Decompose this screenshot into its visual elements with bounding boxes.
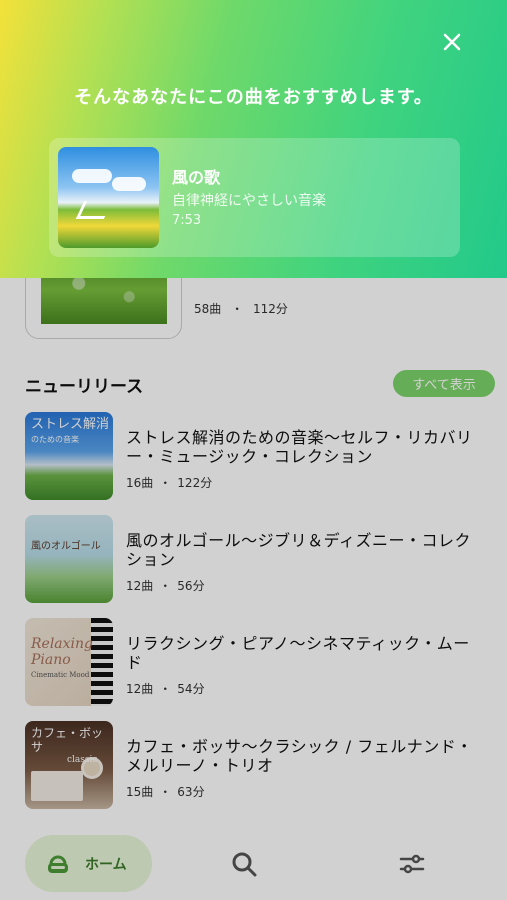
release-title: カフェ・ボッサ〜クラシック / フェルナンド・メルリーノ・トリオ — [126, 737, 473, 775]
see-all-button[interactable]: すべて表示 — [393, 370, 495, 397]
playlist-meta: 58曲 ・ 112分 — [194, 300, 288, 317]
recommendation-heading: そんなあなたにこの曲をおすすめします。 — [74, 87, 433, 108]
cover-text: Relaxing Piano Cinematic Mood — [31, 636, 94, 680]
close-icon[interactable] — [438, 28, 466, 56]
meta-separator: ・ — [159, 579, 172, 593]
track-count: 12曲 — [126, 579, 154, 593]
cover-text: 風のオルゴール — [31, 541, 101, 552]
release-meta: 16曲・ 122分 — [126, 474, 212, 491]
chair-graphic — [75, 201, 113, 219]
recommended-track-title: 風の歌 — [172, 168, 221, 187]
release-title: 風のオルゴール〜ジブリ＆ディズニー・コレクション — [126, 531, 472, 569]
meta-separator: ・ — [159, 682, 172, 696]
meta-separator: ・ — [159, 476, 172, 490]
track-count: 16曲 — [126, 476, 154, 490]
track-count: 15曲 — [126, 785, 154, 799]
release-meta: 12曲・ 56分 — [126, 577, 205, 594]
list-item[interactable]: Relaxing Piano Cinematic Mood リラクシング・ピアノ… — [25, 616, 495, 719]
nav-home-label: ホーム — [85, 856, 127, 873]
cover-text: ストレス解消 のための音楽 — [31, 417, 110, 444]
recommended-track-card[interactable]: 風の歌 自律神経にやさしい音楽 7:53 — [49, 138, 460, 257]
recommended-track-subtitle: 自律神経にやさしい音楽 — [172, 193, 326, 209]
home-icon — [45, 851, 71, 877]
playlist-duration: 112分 — [252, 302, 288, 316]
list-item[interactable]: ストレス解消 のための音楽 ストレス解消のための音楽〜セルフ・リカバリー・ミュー… — [25, 410, 495, 513]
duration: 63分 — [177, 785, 205, 799]
album-cover: ストレス解消 のための音楽 — [25, 412, 113, 500]
cover-text: カフェ・ボッサ classic — [31, 726, 104, 765]
release-title: リラクシング・ピアノ〜シネマティック・ムード — [126, 634, 470, 672]
settings-sliders-icon[interactable] — [398, 850, 426, 878]
meta-separator: ・ — [159, 785, 172, 799]
bottom-nav: ホーム — [0, 828, 507, 900]
search-icon[interactable] — [230, 850, 258, 878]
track-cover — [58, 147, 159, 248]
duration: 56分 — [177, 579, 205, 593]
list-item[interactable]: カフェ・ボッサ classic カフェ・ボッサ〜クラシック / フェルナンド・メ… — [25, 719, 495, 822]
release-meta: 12曲・ 54分 — [126, 680, 205, 697]
section-title-new-releases: ニューリリース — [25, 377, 144, 397]
playlist-track-count: 58曲 — [194, 302, 222, 316]
recommended-track-duration: 7:53 — [172, 213, 202, 228]
recommendation-banner: そんなあなたにこの曲をおすすめします。 風の歌 自律神経にやさしい音楽 7:53 — [0, 0, 507, 278]
release-title: ストレス解消のための音楽〜セルフ・リカバリー・ミュージック・コレクション — [126, 428, 473, 466]
album-cover: 風のオルゴール — [25, 515, 113, 603]
release-list: ストレス解消 のための音楽 ストレス解消のための音楽〜セルフ・リカバリー・ミュー… — [25, 410, 495, 822]
duration: 54分 — [177, 682, 205, 696]
album-cover: カフェ・ボッサ classic — [25, 721, 113, 809]
book-graphic — [31, 771, 83, 801]
meta-separator: ・ — [231, 302, 244, 316]
nav-home-button[interactable]: ホーム — [25, 835, 152, 892]
list-item[interactable]: 風のオルゴール 風のオルゴール〜ジブリ＆ディズニー・コレクション 12曲・ 56分 — [25, 513, 495, 616]
release-meta: 15曲・ 63分 — [126, 783, 205, 800]
duration: 122分 — [177, 476, 213, 490]
album-cover: Relaxing Piano Cinematic Mood — [25, 618, 113, 706]
track-count: 12曲 — [126, 682, 154, 696]
